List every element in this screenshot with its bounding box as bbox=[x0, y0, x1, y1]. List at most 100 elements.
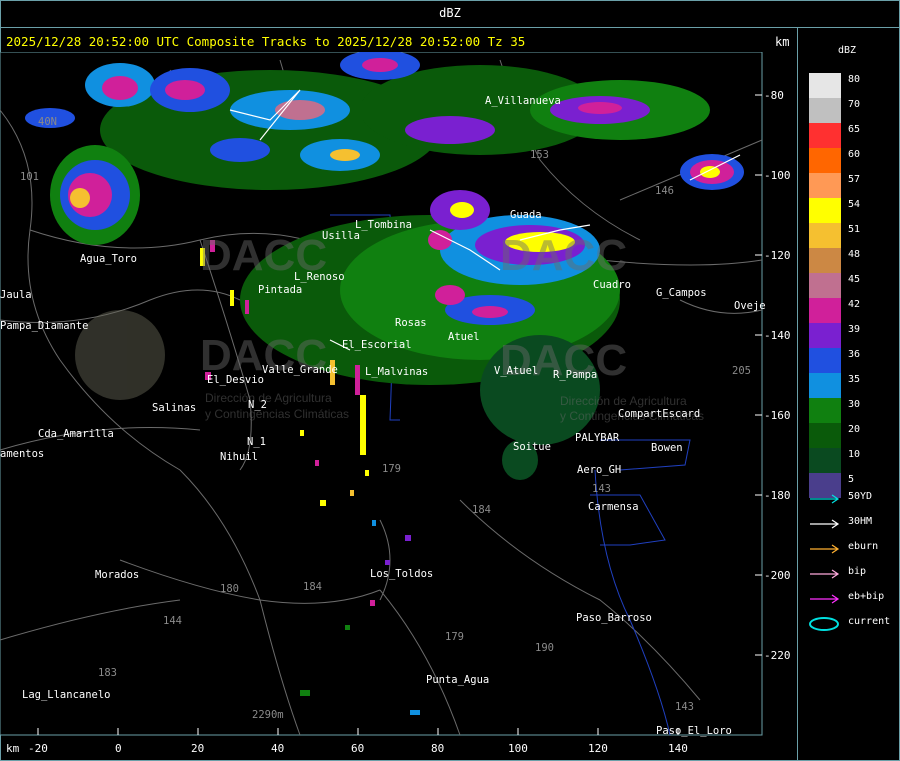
track-label: 30HM bbox=[848, 516, 873, 527]
legend-swatch bbox=[809, 223, 841, 248]
route-number: 179 bbox=[382, 463, 401, 475]
place-label: V_Atuel bbox=[494, 365, 538, 377]
legend-swatch bbox=[809, 148, 841, 173]
title-bar: dBZ bbox=[0, 0, 900, 28]
legend-value-label: 39 bbox=[848, 324, 861, 335]
x-tick-label: 20 bbox=[191, 742, 204, 755]
legend-swatch bbox=[809, 273, 841, 298]
current-storm-icon bbox=[808, 616, 842, 631]
place-label: Usilla bbox=[322, 230, 360, 242]
x-tick-label: 140 bbox=[668, 742, 688, 755]
place-label: Rosas bbox=[395, 317, 427, 329]
place-label: amentos bbox=[0, 448, 44, 460]
y-tick-label: -160 bbox=[764, 409, 791, 422]
header-timestamp: 2025/12/28 20:52:00 UTC Composite Tracks… bbox=[6, 34, 526, 49]
legend-value-label: 45 bbox=[848, 274, 861, 285]
track-arrow-icon bbox=[808, 566, 842, 580]
legend-swatch bbox=[809, 398, 841, 423]
legend-value-label: 70 bbox=[848, 99, 861, 110]
track-label: current bbox=[848, 616, 891, 627]
legend-value-label: 51 bbox=[848, 224, 861, 235]
place-label: Jaula bbox=[0, 289, 32, 301]
place-label: A_Villanueva bbox=[485, 95, 561, 107]
x-tick-label: 120 bbox=[588, 742, 608, 755]
route-number: 143 bbox=[675, 701, 694, 713]
track-arrow-icon bbox=[808, 516, 842, 530]
place-label: Los_Toldos bbox=[370, 568, 433, 580]
place-label: Pintada bbox=[258, 284, 302, 296]
route-number: 144 bbox=[163, 615, 182, 627]
place-label: L_Tombina bbox=[355, 219, 412, 231]
watermark-text: Dirección de Agricultura bbox=[205, 391, 332, 405]
legend-title: dBZ bbox=[838, 45, 857, 56]
y-tick-label: -220 bbox=[764, 649, 791, 662]
legend-swatch bbox=[809, 423, 841, 448]
route-number: 143 bbox=[592, 483, 611, 495]
route-number: 184 bbox=[303, 581, 322, 593]
x-tick-label: 0 bbox=[115, 742, 122, 755]
y-axis: -80 -100 -120 -140 -160 -180 -200 -220 bbox=[764, 89, 791, 662]
legend-swatch bbox=[809, 373, 841, 398]
route-number: 146 bbox=[655, 185, 674, 197]
x-tick-label: 40 bbox=[271, 742, 284, 755]
track-arrow-icon bbox=[808, 591, 842, 605]
watermark: DACC bbox=[500, 231, 627, 280]
legend-value-label: 60 bbox=[848, 149, 861, 160]
place-label: Bowen bbox=[651, 442, 683, 454]
legend-swatch bbox=[809, 173, 841, 198]
track-label: bip bbox=[848, 566, 867, 577]
place-label: Carmensa bbox=[588, 501, 639, 513]
place-label: Salinas bbox=[152, 402, 196, 414]
y-tick-label: -200 bbox=[764, 569, 791, 582]
legend-value-label: 36 bbox=[848, 349, 861, 360]
x-tick-label: -20 bbox=[28, 742, 48, 755]
place-label: Paso_Barroso bbox=[576, 612, 652, 624]
legend-swatch bbox=[809, 298, 841, 323]
place-label: G_Campos bbox=[656, 287, 707, 299]
place-label: El_Desvio bbox=[207, 374, 264, 386]
legend-swatch bbox=[809, 448, 841, 473]
y-tick-label: -140 bbox=[764, 329, 791, 342]
legend-swatch bbox=[809, 98, 841, 123]
legend-value-label: 65 bbox=[848, 124, 861, 135]
track-arrow-icon bbox=[808, 541, 842, 555]
place-label: L_Malvinas bbox=[365, 366, 428, 378]
legend-value-label: 57 bbox=[848, 174, 861, 185]
place-label: Valle_Grande bbox=[262, 364, 338, 376]
y-tick-label: -80 bbox=[764, 89, 784, 102]
place-label: Aero_GH bbox=[577, 464, 621, 476]
legend-value-label: 5 bbox=[848, 474, 855, 485]
x-axis-unit: km bbox=[6, 742, 20, 755]
legend-value-label: 30 bbox=[848, 399, 861, 410]
legend-value-label: 10 bbox=[848, 449, 861, 460]
place-label: El_Escorial bbox=[342, 339, 412, 351]
place-label: Cda_Amarilla bbox=[38, 428, 114, 440]
legend-swatch bbox=[809, 348, 841, 373]
window-title: dBZ bbox=[439, 6, 461, 20]
y-tick-label: -120 bbox=[764, 249, 791, 262]
place-label: Guada bbox=[510, 209, 542, 221]
x-tick-label: 60 bbox=[351, 742, 364, 755]
place-label: R_Pampa bbox=[553, 369, 597, 381]
route-number: 153 bbox=[530, 149, 549, 161]
watermark-text: Dirección de Agricultura bbox=[560, 394, 687, 408]
place-label: Nihuil bbox=[220, 451, 258, 463]
legend-value-label: 20 bbox=[848, 424, 861, 435]
place-label: Atuel bbox=[448, 331, 480, 343]
place-label: Oveje bbox=[734, 300, 766, 312]
place-label: N_1 bbox=[247, 436, 266, 448]
place-label: L_Renoso bbox=[294, 271, 345, 283]
route-number: 40N bbox=[38, 116, 57, 128]
legend-swatch bbox=[809, 123, 841, 148]
place-label: N_2 bbox=[248, 399, 267, 411]
y-tick-label: -100 bbox=[764, 169, 791, 182]
place-label: CompartEscard bbox=[618, 408, 700, 420]
radar-map[interactable]: DACC DACC DACC DACC Dirección de Agricul… bbox=[0, 52, 797, 761]
km-unit-label: km bbox=[775, 35, 790, 49]
watermark-text: y Contingencias Climáticas bbox=[205, 407, 349, 421]
legend-swatch bbox=[809, 198, 841, 223]
route-number: 190 bbox=[535, 642, 554, 654]
place-label: Morados bbox=[95, 569, 139, 581]
legend-swatch bbox=[809, 248, 841, 273]
place-label: Punta_Agua bbox=[426, 674, 489, 686]
